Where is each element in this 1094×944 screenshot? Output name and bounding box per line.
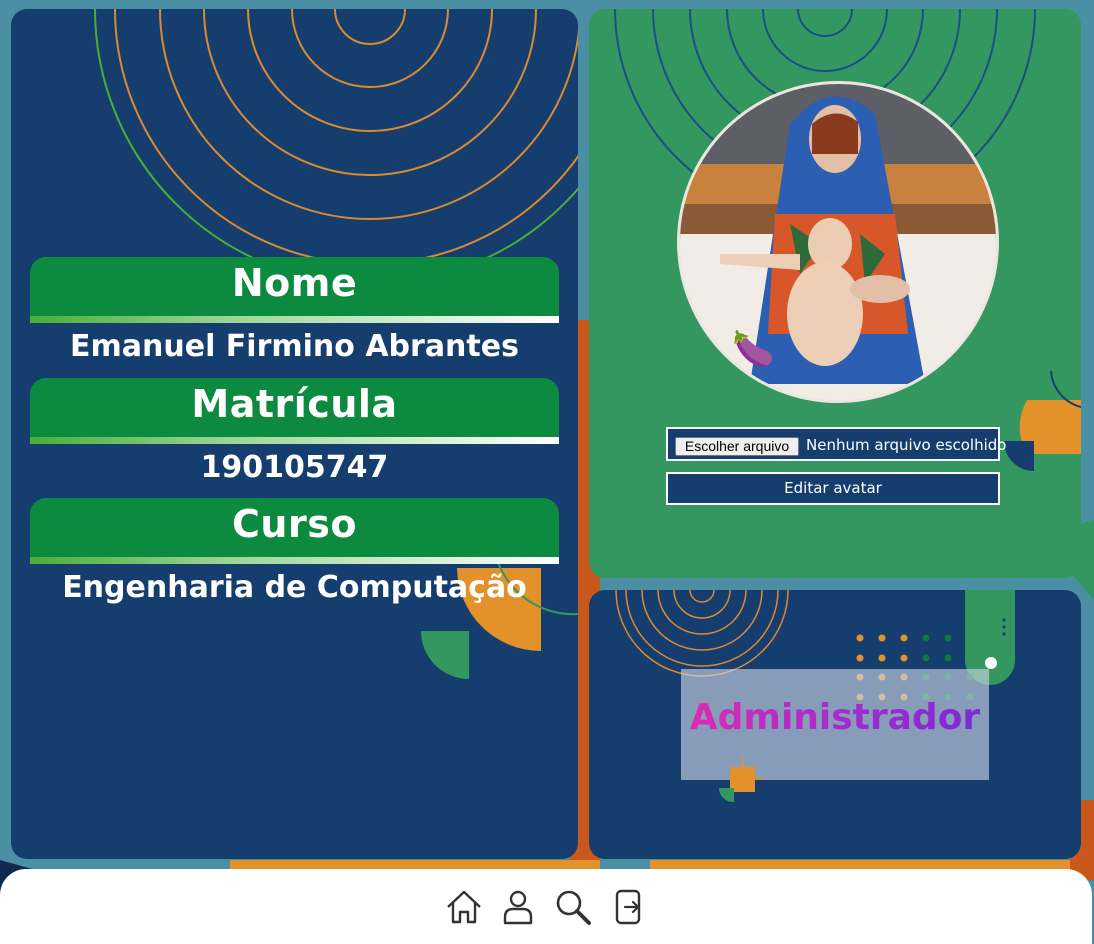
logout-icon xyxy=(615,889,641,925)
avatar-portrait-image xyxy=(680,84,996,400)
avatar-panel: 🍆 Escolher arquivo Nenhum arquivo escolh… xyxy=(589,9,1081,578)
profile-panel: Nome Emanuel Firmino Abrantes Matrícula … xyxy=(11,9,578,859)
registration-header-stripe xyxy=(30,437,559,444)
edit-avatar-button[interactable]: Editar avatar xyxy=(666,472,1000,505)
name-header: Nome xyxy=(30,257,559,323)
avatar: 🍆 xyxy=(677,81,999,403)
registration-label: Matrícula xyxy=(191,382,398,426)
search-button[interactable] xyxy=(553,887,593,927)
name-value: Emanuel Firmino Abrantes xyxy=(70,329,519,364)
name-header-stripe xyxy=(30,316,559,323)
avatar-file-input[interactable]: Escolher arquivo Nenhum arquivo escolhid… xyxy=(666,427,1006,461)
registration-value: 190105747 xyxy=(200,450,389,485)
course-header-stripe xyxy=(30,557,559,564)
home-icon xyxy=(447,890,481,924)
eggplant-emoji: 🍆 xyxy=(732,329,775,369)
role-panel: Administrador xyxy=(589,590,1081,859)
choose-file-button[interactable]: Escolher arquivo xyxy=(675,437,799,456)
name-label: Nome xyxy=(231,261,358,305)
bottom-navigation xyxy=(0,869,1092,944)
search-icon xyxy=(556,890,591,925)
registration-header: Matrícula xyxy=(30,378,559,444)
user-icon xyxy=(503,890,533,925)
role-bottom-decoration xyxy=(718,754,765,803)
profile-button[interactable] xyxy=(498,887,538,927)
file-status-text: Nenhum arquivo escolhido xyxy=(806,436,1007,454)
course-value: Engenharia de Computação xyxy=(62,570,527,605)
course-label: Curso xyxy=(232,502,357,546)
logout-button[interactable] xyxy=(608,887,648,927)
home-button[interactable] xyxy=(444,887,484,927)
course-header: Curso xyxy=(30,498,559,564)
